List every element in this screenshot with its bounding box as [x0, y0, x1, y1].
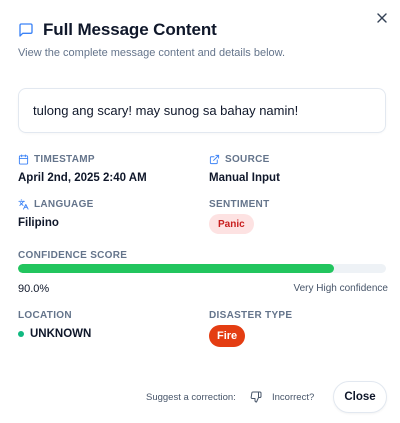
confidence-value: 90.0% [18, 283, 50, 295]
dialog-title: Full Message Content [43, 20, 217, 39]
source-label: SOURCE [209, 154, 270, 165]
message-detail-dialog: Full Message Content View the complete m… [0, 0, 400, 423]
confidence-progress-bar [18, 264, 386, 273]
thumbs-down-icon [250, 391, 262, 403]
close-icon[interactable] [374, 10, 390, 26]
timestamp-label-text: TIMESTAMP [34, 154, 95, 165]
close-button[interactable]: Close [333, 381, 387, 413]
dialog-subtitle: View the complete message content and de… [18, 47, 286, 59]
source-label-text: SOURCE [225, 154, 270, 165]
incorrect-label: Incorrect? [272, 391, 315, 403]
message-square-icon [18, 22, 34, 38]
external-link-icon [209, 154, 220, 165]
incorrect-button[interactable]: Incorrect? [250, 387, 314, 407]
timestamp-value: April 2nd, 2025 2:40 AM [18, 172, 147, 184]
source-value: Manual Input [209, 172, 280, 184]
disaster-type-badge: Fire [209, 325, 246, 347]
location-label: LOCATION [18, 310, 72, 321]
language-value: Filipino [18, 217, 59, 229]
status-dot-icon [18, 331, 24, 337]
suggest-correction-text: Suggest a correction: [146, 392, 236, 403]
confidence-progress-fill [18, 264, 335, 273]
calendar-icon [18, 154, 29, 165]
message-content-box: tulong ang scary! may sunog sa bahay nam… [18, 88, 386, 133]
language-label-text: LANGUAGE [34, 199, 94, 210]
confidence-level: Very High confidence [293, 283, 388, 294]
disaster-type-label: DISASTER TYPE [209, 310, 293, 321]
message-text: tulong ang scary! may sunog sa bahay nam… [33, 103, 299, 118]
timestamp-label: TIMESTAMP [18, 154, 95, 165]
dialog-header: Full Message Content [18, 20, 217, 40]
sentiment-label: SENTIMENT [209, 199, 270, 210]
sentiment-badge: Panic [209, 214, 254, 234]
language-label: LANGUAGE [18, 199, 94, 210]
translate-icon [18, 199, 29, 210]
location-value-text: UNKNOWN [30, 328, 92, 340]
location-value: UNKNOWN [18, 328, 91, 340]
confidence-label: CONFIDENCE SCORE [18, 250, 128, 261]
